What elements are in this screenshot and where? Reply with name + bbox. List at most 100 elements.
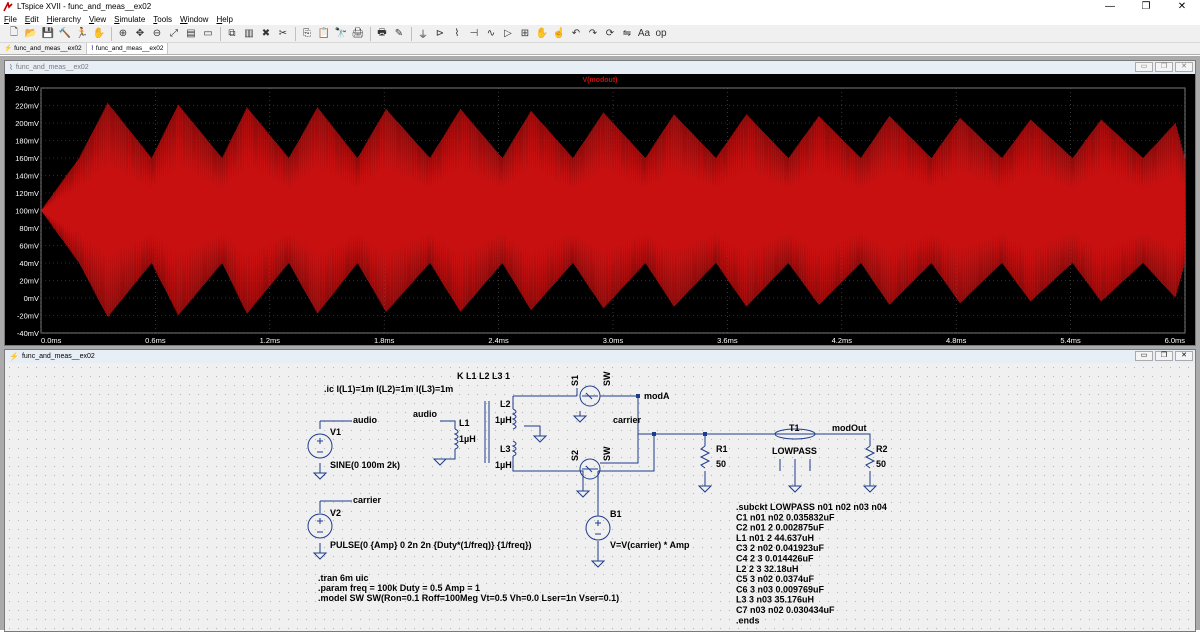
netlist-line[interactable]: C3 2 n02 0.041923uF [736, 543, 825, 553]
l2-name[interactable]: L2 [500, 399, 511, 409]
menu-item-tools[interactable]: Tools [149, 14, 176, 25]
s2-name[interactable]: S2 [570, 450, 580, 461]
netlist-line[interactable]: C5 3 n02 0.0374uF [736, 574, 815, 584]
netlist-line[interactable]: C4 2 3 0.014426uF [736, 554, 814, 564]
r2-name[interactable]: R2 [876, 444, 888, 454]
halt-icon[interactable]: ✋ [91, 27, 107, 41]
minimize-button[interactable]: — [1092, 0, 1128, 14]
l1-name[interactable]: L1 [459, 418, 470, 428]
b1-name[interactable]: B1 [610, 509, 622, 519]
print-icon[interactable]: 🖨 [350, 27, 366, 41]
netlist-line[interactable]: C7 n03 n02 0.030434uF [736, 605, 835, 615]
rotate-icon[interactable]: ⟳ [602, 27, 618, 41]
control-panel-icon[interactable]: 🔨 [57, 27, 73, 41]
switches[interactable] [579, 385, 601, 480]
label-icon[interactable]: ⊳ [432, 27, 448, 41]
r2-value[interactable]: 50 [876, 459, 886, 469]
new-schematic-icon[interactable]: 🗋 [6, 27, 22, 41]
netlist-line[interactable]: L2 2 3 32.18uH [736, 564, 799, 574]
menu-item-view[interactable]: View [85, 14, 110, 25]
move-icon[interactable]: ✋ [534, 27, 550, 41]
menu-item-file[interactable]: File [0, 14, 21, 25]
v1-name[interactable]: V1 [330, 427, 341, 437]
diode-icon[interactable]: ▷ [500, 27, 516, 41]
tile-horizontal-icon[interactable]: ▭ [200, 27, 216, 41]
voltage-sources[interactable] [307, 433, 611, 541]
tile-vertical-icon[interactable]: ▥ [241, 27, 257, 41]
l2-value[interactable]: 1µH [495, 415, 512, 425]
spice-directive-icon[interactable]: op [653, 27, 669, 41]
lowpass-subckt-netlist[interactable]: .subckt LOWPASS n01 n02 n03 n04C1 n01 n0… [736, 502, 887, 625]
net-label-audio[interactable]: audio [353, 415, 378, 425]
run-icon[interactable]: 🏃 [74, 27, 90, 41]
menu-item-edit[interactable]: Edit [21, 14, 43, 25]
waveform-plot[interactable]: 240mV 220mV 200mV 180mV 160mV 140mV 120mV 100mV… [5, 74, 1195, 345]
s1-name[interactable]: S1 [570, 375, 580, 386]
v2-value[interactable]: PULSE(0 {Amp} 0 2n 2n {Duty*(1/freq)} {1… [330, 540, 532, 550]
waveform-close-button[interactable]: ✕ [1175, 62, 1193, 72]
document-tab[interactable]: ⚡ func_and_meas__ex02 [0, 43, 87, 54]
schematic-restore-button[interactable]: ❐ [1155, 351, 1173, 361]
l3-value[interactable]: 1µH [495, 460, 512, 470]
param-directive[interactable]: .param freq = 100k Duty = 0.5 Amp = 1 [318, 583, 480, 593]
resistor-icon[interactable]: ⌇ [449, 27, 465, 41]
menu-item-hierarchy[interactable]: Hierarchy [43, 14, 85, 25]
copy-icon[interactable]: ⎘ [299, 27, 315, 41]
redo-icon[interactable]: ↷ [585, 27, 601, 41]
maximize-button[interactable]: ❐ [1128, 0, 1164, 14]
menu-item-window[interactable]: Window [176, 14, 212, 25]
find-icon[interactable]: 🔭 [333, 27, 349, 41]
document-tab[interactable]: ⌇ func_and_meas__ex02 [86, 43, 169, 54]
netlist-line[interactable]: L1 n01 2 44.637uH [736, 533, 814, 543]
t1-name[interactable]: T1 [789, 423, 800, 433]
netlist-line[interactable]: C1 n01 n02 0.035832uF [736, 512, 835, 522]
s2-model[interactable]: SW [602, 446, 612, 461]
text-icon[interactable]: Aa [636, 27, 652, 41]
ic-directive[interactable]: .ic I(L1)=1m I(L2)=1m I(L3)=1m [324, 384, 453, 394]
cut-icon[interactable]: ✂ [275, 27, 291, 41]
schematic-minimize-button[interactable]: ▭ [1135, 351, 1153, 361]
l1-value[interactable]: 1µH [459, 434, 476, 444]
model-directive[interactable]: .model SW SW(Ron=0.1 Roff=100Meg Vt=0.5 … [318, 593, 619, 603]
r1-name[interactable]: R1 [716, 444, 728, 454]
net-label-moda[interactable]: modA [644, 391, 670, 401]
component-icon[interactable]: ⊞ [517, 27, 533, 41]
zoom-fit-icon[interactable]: ⤢ [166, 27, 182, 41]
tran-directive[interactable]: .tran 6m uic [318, 573, 369, 583]
capacitor-icon[interactable]: ⊣ [466, 27, 482, 41]
waveform-minimize-button[interactable]: ▭ [1135, 62, 1153, 72]
net-label-carrier-switch[interactable]: carrier [613, 415, 642, 425]
print-preview-icon[interactable]: 🖶 [374, 27, 390, 41]
r1-value[interactable]: 50 [716, 459, 726, 469]
mirror-icon[interactable]: ⇋ [619, 27, 635, 41]
net-label-modout[interactable]: modOut [832, 423, 867, 433]
s1-model[interactable]: SW [602, 371, 612, 386]
k-coupling-directive[interactable]: K L1 L2 L3 1 [457, 371, 510, 381]
pan-icon[interactable]: ✥ [132, 27, 148, 41]
b1-value[interactable]: V=V(carrier) * Amp [610, 540, 690, 550]
drag-icon[interactable]: ☝ [551, 27, 567, 41]
netlist-line[interactable]: C2 n01 2 0.002875uF [736, 523, 825, 533]
open-folder-icon[interactable]: 📂 [23, 27, 39, 41]
trace-label[interactable]: V(modout) [583, 77, 618, 84]
net-label-audio-l1[interactable]: audio [413, 409, 438, 419]
t1-value[interactable]: LOWPASS [772, 446, 817, 456]
close-icon[interactable]: ✖ [258, 27, 274, 41]
paste-icon[interactable]: 📋 [316, 27, 332, 41]
waveform-restore-button[interactable]: ❐ [1155, 62, 1173, 72]
netlist-line[interactable]: L3 3 n03 35.176uH [736, 595, 814, 605]
v2-name[interactable]: V2 [330, 508, 341, 518]
netlist-line[interactable]: .subckt LOWPASS n01 n02 n03 n04 [736, 502, 887, 512]
netlist-line[interactable]: C6 3 n03 0.009769uF [736, 584, 825, 594]
net-label-carrier[interactable]: carrier [353, 495, 382, 505]
zoom-out-icon[interactable]: ⊖ [149, 27, 165, 41]
close-window-button[interactable]: ✕ [1164, 0, 1200, 14]
l3-name[interactable]: L3 [500, 444, 511, 454]
ground-icon[interactable]: ⏚ [415, 27, 431, 41]
schematic-window-titlebar[interactable]: ⚡ func_and_meas__ex02 ▭ ❐ ✕ [5, 350, 1195, 363]
cascade-icon[interactable]: ⧉ [224, 27, 240, 41]
schematic-close-button[interactable]: ✕ [1175, 351, 1193, 361]
schematic-canvas[interactable]: K L1 L2 L3 1 .ic I(L1)=1m I(L2)=1m I(L3)… [5, 363, 1195, 631]
autorange-icon[interactable]: ▤ [183, 27, 199, 41]
schematic-window[interactable]: ⚡ func_and_meas__ex02 ▭ ❐ ✕ K L1 L2 L3 1… [4, 349, 1196, 632]
